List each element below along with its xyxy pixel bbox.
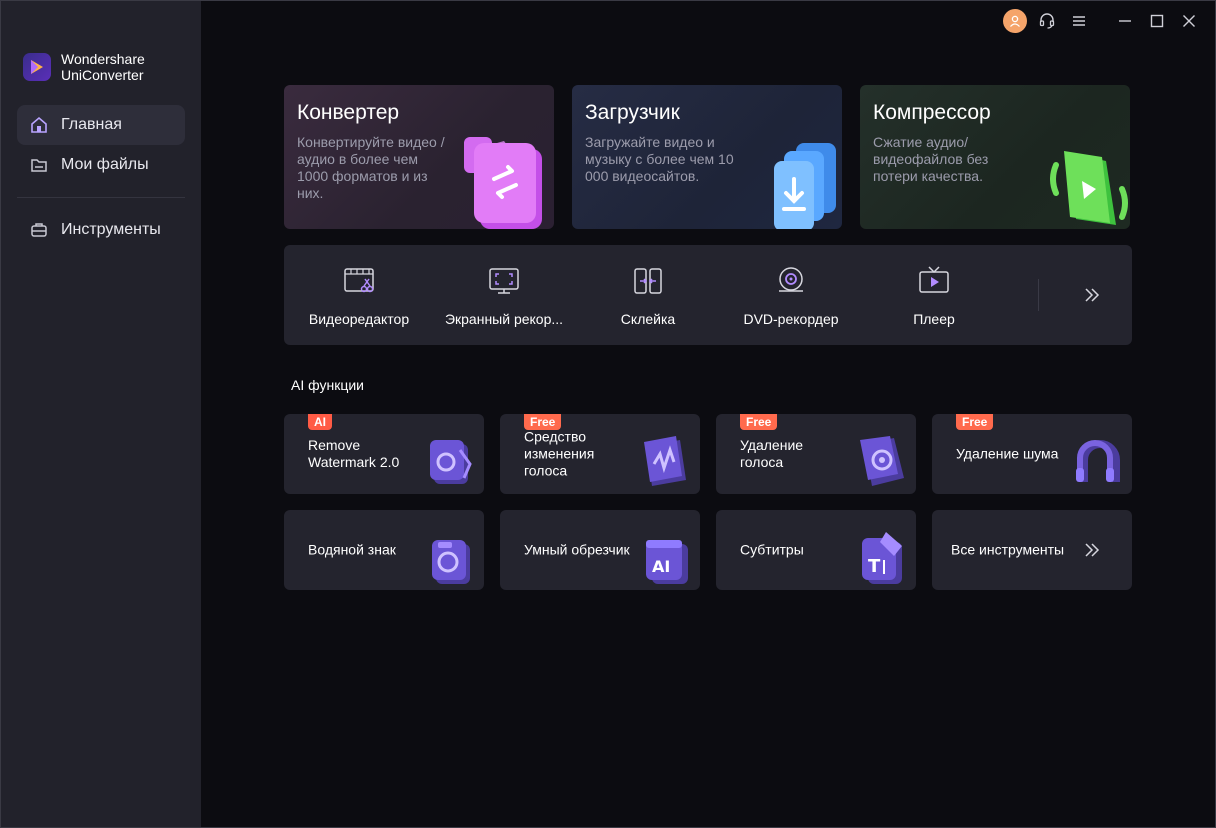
compressor-card[interactable]: Компрессор Сжатие аудио/ видеофайлов без… — [860, 85, 1130, 229]
tool-label: Склейка — [620, 311, 676, 327]
strip-divider — [1038, 279, 1039, 311]
compress-icon — [1050, 151, 1128, 225]
free-badge: Free — [740, 414, 778, 430]
tool-label: Плеер — [913, 311, 955, 327]
card-label: Средство изменения голоса — [524, 428, 595, 479]
sidebar-divider — [17, 197, 185, 198]
converter-desc: Конвертируйте видео / аудио в более чем … — [297, 134, 445, 201]
home-icon — [29, 115, 49, 135]
watermark-icon — [432, 540, 470, 584]
ai-card-smart-trimmer[interactable]: Умный обрезчик AI — [500, 510, 700, 590]
chevron-double-right-icon[interactable] — [1080, 283, 1104, 307]
brand-line2: UniConverter — [61, 67, 144, 83]
sidebar-item-my-files[interactable]: Мои файлы — [17, 145, 185, 185]
sidebar-item-label: Главная — [61, 116, 122, 133]
sidebar-item-tools[interactable]: Инструменты — [17, 210, 185, 250]
minimize-icon[interactable] — [1113, 9, 1137, 33]
toolbox-icon — [29, 220, 49, 240]
screen-recorder-icon — [489, 268, 519, 294]
sidebar: Wondershare UniConverter Главная Мои фай… — [1, 1, 201, 827]
tool-player[interactable]: Плеер — [859, 245, 1009, 345]
card-label: Водяной знак — [308, 541, 396, 558]
tool-label: Видеоредактор — [308, 311, 410, 327]
subtitles-icon: T — [862, 532, 902, 584]
ai-card-remove-watermark[interactable]: AI Remove Watermark 2.0 — [284, 414, 484, 494]
voice-changer-icon — [644, 436, 686, 486]
sidebar-item-label: Мои файлы — [61, 156, 149, 173]
downloader-desc: Загружайте видео и музыку с более чем 10… — [585, 134, 734, 184]
brand: Wondershare UniConverter — [23, 51, 145, 83]
sidebar-item-label: Инструменты — [61, 221, 161, 238]
convert-icon — [464, 137, 542, 229]
ai-card-watermark[interactable]: Водяной знак — [284, 510, 484, 590]
sidebar-item-home[interactable]: Главная — [17, 105, 185, 145]
card-label: Remove Watermark 2.0 — [308, 437, 400, 470]
all-tools-button[interactable]: Все инструменты — [932, 510, 1132, 590]
folder-icon — [29, 155, 49, 175]
card-label: Удаление голоса — [740, 437, 804, 470]
tool-video-editor[interactable]: Видеоредактор — [284, 245, 434, 345]
svg-text:AI: AI — [652, 557, 670, 576]
ai-badge: AI — [308, 414, 332, 430]
svg-text:T: T — [868, 556, 881, 577]
uniconverter-logo-icon — [23, 53, 51, 81]
video-editor-icon — [344, 268, 374, 293]
support-headset-icon[interactable] — [1035, 9, 1059, 33]
close-icon[interactable] — [1177, 9, 1201, 33]
maximize-icon[interactable] — [1145, 9, 1169, 33]
vocal-remover-icon — [860, 436, 904, 486]
ai-card-subtitles[interactable]: Субтитры T — [716, 510, 916, 590]
watermark-remove-icon — [430, 440, 472, 484]
dvd-burner-icon — [779, 267, 803, 292]
downloader-title: Загрузчик — [585, 101, 680, 124]
window-controls — [1003, 9, 1201, 33]
tool-screen-recorder[interactable]: Экранный рекор... — [429, 245, 579, 345]
tool-label: DVD-рекордер — [743, 311, 839, 327]
user-avatar[interactable] — [1003, 9, 1027, 33]
ai-section-title: AI функции — [291, 377, 364, 393]
compressor-desc: Сжатие аудио/ видеофайлов без потери кач… — [873, 134, 989, 184]
download-icon — [774, 143, 836, 229]
tool-label: Экранный рекор... — [444, 311, 564, 327]
card-label: Удаление шума — [956, 445, 1059, 462]
tool-merger[interactable]: Склейка — [573, 245, 723, 345]
ai-card-vocal-remover[interactable]: Free Удаление голоса — [716, 414, 916, 494]
card-label: Все инструменты — [951, 541, 1065, 558]
user-icon — [1010, 15, 1020, 27]
free-badge: Free — [956, 414, 994, 430]
downloader-card[interactable]: Загрузчик Загружайте видео и музыку с бо… — [572, 85, 842, 229]
card-label: Умный обрезчик — [524, 541, 630, 558]
tool-dvd-burner[interactable]: DVD-рекордер — [716, 245, 866, 345]
app-window: Wondershare UniConverter Главная Мои фай… — [0, 0, 1216, 828]
ai-card-voice-changer[interactable]: Free Средство изменения голоса — [500, 414, 700, 494]
ai-card-noise-remover[interactable]: Free Удаление шума — [932, 414, 1132, 494]
tools-strip: Видеоредактор Экранный рекор... Склейка — [284, 245, 1132, 345]
noise-remover-icon — [1076, 440, 1120, 482]
converter-title: Конвертер — [297, 101, 400, 124]
smart-trimmer-icon: AI — [646, 540, 688, 584]
brand-line1: Wondershare — [61, 51, 145, 67]
player-icon — [919, 266, 949, 293]
compressor-title: Компрессор — [873, 101, 991, 124]
converter-card[interactable]: Конвертер Конвертируйте видео / аудио в … — [284, 85, 554, 229]
merger-icon — [634, 268, 662, 294]
chevron-double-right-icon — [1085, 543, 1100, 557]
card-label: Субтитры — [740, 541, 804, 558]
menu-icon[interactable] — [1067, 9, 1091, 33]
